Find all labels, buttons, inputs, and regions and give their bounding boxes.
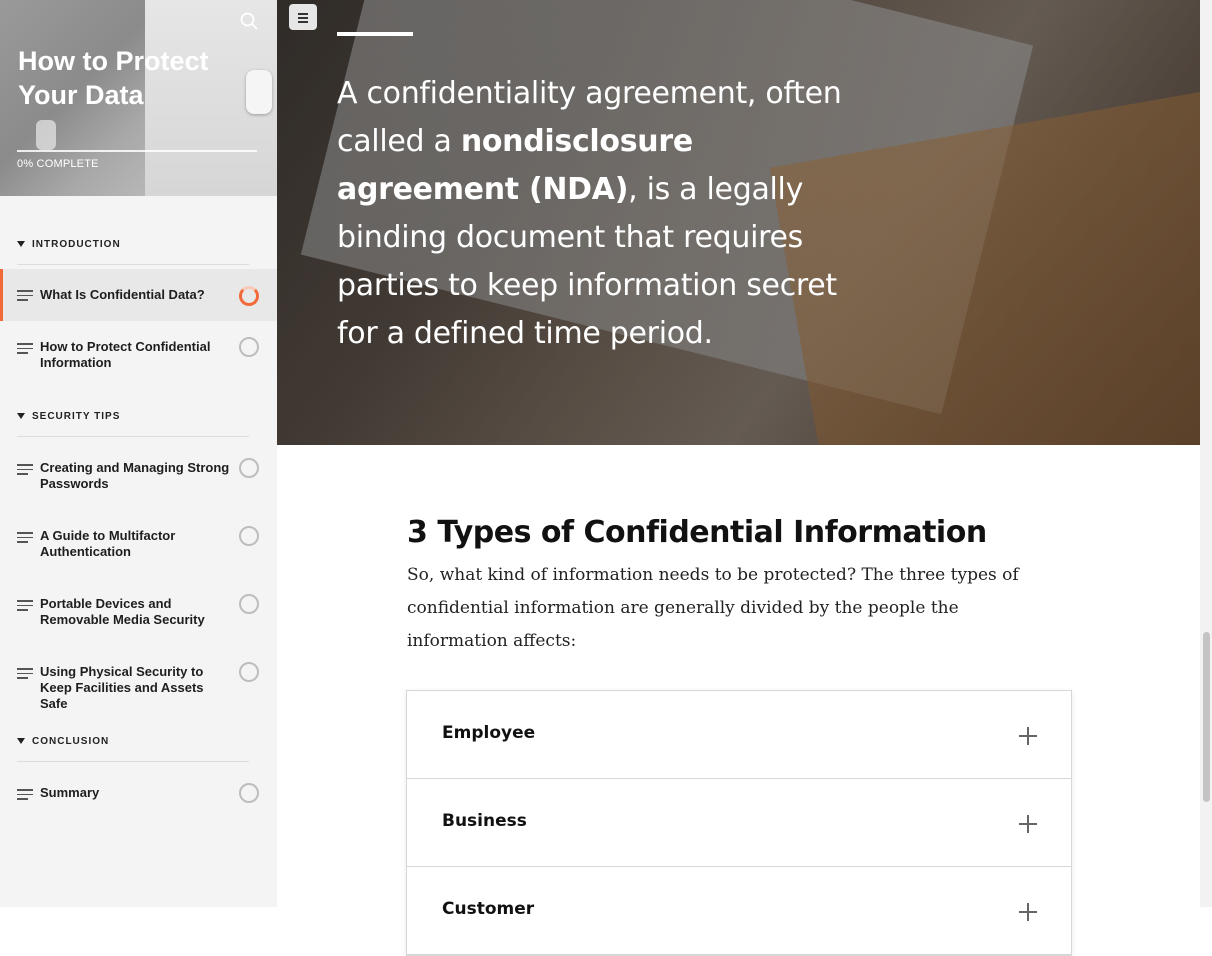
lesson-text-icon — [17, 290, 33, 301]
lesson-portable-devices[interactable]: Portable Devices and Removable Media Sec… — [0, 588, 277, 636]
course-progress-label: 0% COMPLETE — [17, 158, 99, 170]
search-icon[interactable] — [239, 11, 259, 31]
plus-icon[interactable] — [1019, 727, 1037, 745]
active-lesson-indicator — [0, 269, 3, 321]
course-header: How to Protect Your Data 0% COMPLETE — [0, 0, 277, 196]
lesson-title: What Is Confidential Data? — [40, 287, 205, 302]
not-started-icon — [239, 337, 259, 357]
course-sidebar: How to Protect Your Data 0% COMPLETE INT… — [0, 0, 277, 907]
lesson-multifactor-authentication[interactable]: A Guide to Multifactor Authentication — [0, 520, 277, 568]
not-started-icon — [239, 783, 259, 803]
lesson-title: Using Physical Security to Keep Faciliti… — [40, 664, 204, 711]
section-body-text: So, what kind of information needs to be… — [407, 565, 1019, 651]
caret-down-icon — [17, 413, 25, 419]
page-scrollbar-thumb[interactable] — [1203, 632, 1210, 802]
section-heading: 3 Types of Confidential Information — [407, 515, 987, 550]
lesson-text-icon — [17, 532, 33, 543]
course-title: How to Protect Your Data — [18, 46, 209, 110]
caret-down-icon — [17, 241, 25, 247]
plus-icon[interactable] — [1019, 815, 1037, 833]
course-progress-bar — [17, 150, 257, 152]
section-label: INTRODUCTION — [32, 239, 121, 250]
not-started-icon — [239, 662, 259, 682]
lesson-summary[interactable]: Summary — [0, 777, 277, 809]
lesson-title: A Guide to Multifactor Authentication — [40, 528, 176, 559]
accordion-item-customer[interactable]: Customer — [407, 867, 1071, 955]
lesson-what-is-confidential-data[interactable]: What Is Confidential Data? — [0, 269, 277, 321]
lesson-text-icon — [17, 464, 33, 475]
in-progress-icon — [239, 286, 259, 306]
accordion-item-employee[interactable]: Employee — [407, 691, 1071, 779]
section-security-tips[interactable]: SECURITY TIPS — [17, 408, 249, 437]
caret-down-icon — [17, 738, 25, 744]
section-introduction[interactable]: INTRODUCTION — [17, 236, 249, 265]
section-label: SECURITY TIPS — [32, 411, 121, 422]
hero-quote-text: A confidentiality agreement, often calle… — [337, 70, 867, 358]
not-started-icon — [239, 594, 259, 614]
accordion-item-business[interactable]: Business — [407, 779, 1071, 867]
accordion: Employee Business Customer — [406, 690, 1072, 956]
section-label: CONCLUSION — [32, 736, 110, 747]
lesson-strong-passwords[interactable]: Creating and Managing Strong Passwords — [0, 452, 277, 500]
plus-icon[interactable] — [1019, 903, 1037, 921]
quote-divider — [337, 32, 413, 36]
not-started-icon — [239, 526, 259, 546]
lesson-text-icon — [17, 789, 33, 800]
lesson-text-icon — [17, 600, 33, 611]
accordion-label: Customer — [442, 899, 535, 919]
lesson-title: Creating and Managing Strong Passwords — [40, 460, 230, 491]
hero-quote-block: A confidentiality agreement, often calle… — [277, 0, 1200, 445]
security-camera-image — [246, 70, 272, 114]
lesson-title: Summary — [40, 785, 100, 800]
lesson-title: How to Protect Confidential Information — [40, 339, 211, 370]
accordion-label: Business — [442, 811, 527, 831]
not-started-icon — [239, 458, 259, 478]
lesson-text-icon — [17, 668, 33, 679]
lesson-title: Portable Devices and Removable Media Sec… — [40, 596, 205, 627]
security-camera-image-secondary — [36, 120, 56, 150]
lesson-content: 3 Types of Confidential Information So, … — [407, 513, 1071, 658]
lesson-physical-security[interactable]: Using Physical Security to Keep Faciliti… — [0, 656, 277, 711]
menu-toggle-button[interactable] — [289, 4, 317, 30]
accordion-label: Employee — [442, 723, 536, 743]
lesson-how-to-protect-confidential-information[interactable]: How to Protect Confidential Information — [0, 330, 277, 378]
section-conclusion[interactable]: CONCLUSION — [17, 733, 249, 762]
lesson-text-icon — [17, 343, 33, 354]
